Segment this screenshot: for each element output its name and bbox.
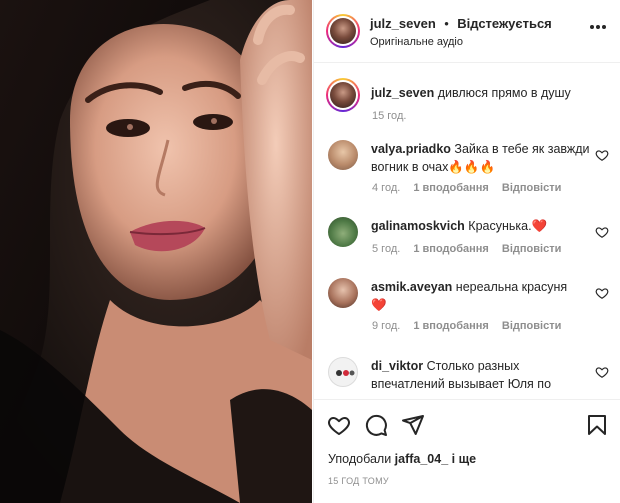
audio-link[interactable]: Оригінальне аудіо — [370, 36, 463, 48]
commenter-avatar[interactable] — [328, 217, 358, 247]
follow-status-button[interactable]: Відстежується — [457, 16, 552, 31]
comment-meta: 4 год. 1 вподобання Відповісти — [372, 182, 571, 194]
comment-text-block: di_viktor Столько разных впечатлений выз… — [371, 357, 595, 393]
comment-reply-button[interactable]: Відповісти — [502, 243, 561, 255]
comment-likes[interactable]: 1 вподобання — [413, 182, 488, 194]
paper-plane-icon[interactable] — [401, 413, 425, 437]
comments-list[interactable]: julz_seven дивлюся прямо в душу 15 год. … — [314, 64, 620, 398]
comment-text-block: valya.priadko Зайка в тебе як завжди вог… — [371, 140, 595, 176]
commenter-avatar[interactable] — [328, 278, 358, 308]
comment-like-heart-icon[interactable] — [595, 225, 609, 239]
comment-time[interactable]: 9 год. — [372, 320, 400, 332]
comment-like-heart-icon[interactable] — [595, 286, 609, 300]
post-photo[interactable] — [0, 0, 312, 503]
comment-username[interactable]: galinamoskvich — [371, 219, 465, 233]
post-actions-bar — [314, 399, 620, 449]
comment-likes[interactable]: 1 вподобання — [413, 320, 488, 332]
comment-text: Красунька.❤️ — [468, 219, 548, 233]
commenter-avatar[interactable] — [328, 140, 358, 170]
post-time-ago[interactable]: 15 ГОД ТОМУ — [328, 476, 389, 486]
comment-reply-button[interactable]: Відповісти — [502, 182, 561, 194]
commenter-avatar[interactable] — [328, 357, 358, 387]
comment-likes[interactable]: 1 вподобання — [413, 243, 488, 255]
portrait-image — [0, 0, 312, 503]
comment-time[interactable]: 5 год. — [372, 243, 400, 255]
author-username[interactable]: julz_seven — [370, 16, 436, 31]
caption-time[interactable]: 15 год. — [372, 110, 406, 122]
caption-author-avatar[interactable] — [326, 78, 360, 112]
caption-username[interactable]: julz_seven — [371, 86, 434, 100]
liked-by-username[interactable]: jaffa_04_ — [395, 452, 449, 466]
liked-by-line: Уподобали jaffa_04_ і ще — [328, 452, 476, 466]
more-horizontal-icon[interactable] — [589, 24, 607, 30]
comment-username[interactable]: asmik.aveyan — [371, 280, 452, 294]
avatar-emoji-icon — [336, 370, 355, 376]
post-side-panel: julz_seven • Відстежується Оригінальне а… — [313, 0, 620, 503]
comment-meta: 9 год. 1 вподобання Відповісти — [372, 320, 571, 332]
author-avatar[interactable] — [326, 14, 360, 48]
bookmark-icon[interactable] — [585, 413, 609, 437]
post-header: julz_seven • Відстежується Оригінальне а… — [314, 0, 620, 63]
comment-bubble-icon[interactable] — [364, 413, 388, 437]
comment-reply-button[interactable]: Відповісти — [502, 320, 561, 332]
comment-time[interactable]: 4 год. — [372, 182, 400, 194]
comment-username[interactable]: valya.priadko — [371, 142, 451, 156]
comment-like-heart-icon[interactable] — [595, 365, 609, 379]
separator-dot: • — [444, 16, 449, 31]
liked-by-others[interactable]: і ще — [452, 452, 476, 466]
caption-text-block: julz_seven дивлюся прямо в душу — [371, 84, 595, 102]
comment-text-block: asmik.aveyan нереальна красуня ❤️ — [371, 278, 581, 314]
comment-username[interactable]: di_viktor — [371, 359, 423, 373]
comment-text-block: galinamoskvich Красунька.❤️ — [371, 217, 595, 235]
caption-text: дивлюся прямо в душу — [437, 86, 571, 100]
heart-icon[interactable] — [327, 413, 351, 437]
liked-by-prefix: Уподобали — [328, 452, 392, 466]
comment-meta: 5 год. 1 вподобання Відповісти — [372, 243, 571, 255]
caption-meta: 15 год. — [372, 110, 416, 122]
comment-like-heart-icon[interactable] — [595, 148, 609, 162]
